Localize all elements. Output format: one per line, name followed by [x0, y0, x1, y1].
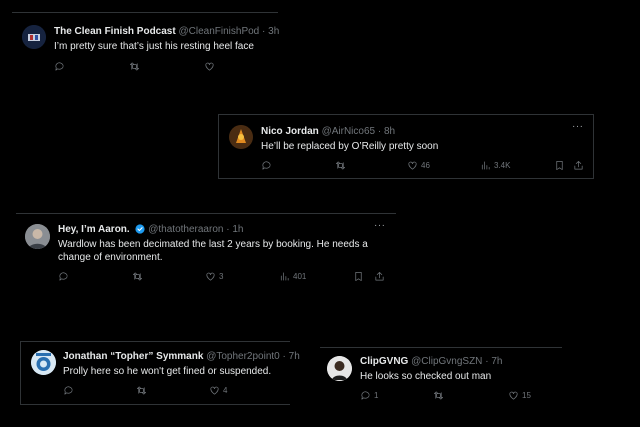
tweet-card-aaron[interactable]: Hey, I’m Aaron. @thatotheraaron · 1h ···…	[16, 213, 396, 291]
reply-icon	[54, 61, 65, 72]
reply-button[interactable]	[58, 271, 69, 282]
handle[interactable]: @ClipGvngSZN	[411, 356, 482, 367]
views-button[interactable]: 401	[279, 271, 306, 282]
avatar-photo-icon	[25, 224, 50, 249]
like-count: 46	[421, 161, 430, 170]
bookmark-button[interactable]	[353, 271, 364, 282]
retweet-button[interactable]	[136, 385, 147, 396]
timestamp[interactable]: 8h	[384, 126, 395, 137]
retweet-button[interactable]	[132, 271, 143, 282]
reply-button[interactable]	[54, 61, 65, 72]
views-icon	[279, 271, 290, 282]
reply-icon	[63, 385, 74, 396]
handle[interactable]: @AirNico65	[322, 126, 376, 137]
display-name[interactable]: The Clean Finish Podcast	[54, 26, 176, 37]
like-button[interactable]	[204, 61, 215, 72]
avatar-clipgvng[interactable]	[327, 356, 352, 381]
handle[interactable]: @CleanFinishPod	[178, 26, 259, 37]
retweet-icon	[335, 160, 346, 171]
share-icon	[374, 271, 385, 282]
tweet-text: Prolly here so he won't get fined or sus…	[63, 366, 272, 377]
reply-count: 1	[374, 391, 379, 400]
display-name[interactable]: ClipGVNG	[360, 356, 408, 367]
retweet-icon	[136, 385, 147, 396]
bookmark-icon	[554, 160, 565, 171]
like-icon	[204, 61, 215, 72]
display-name[interactable]: Jonathan “Topher” Symmank	[63, 351, 203, 362]
timestamp[interactable]: 1h	[232, 224, 243, 235]
like-button[interactable]: 46	[407, 160, 430, 171]
handle[interactable]: @thatotheraaron	[148, 224, 223, 235]
podcast-logo-icon	[22, 25, 46, 49]
views-button[interactable]: 3.4K	[480, 160, 510, 171]
tweet-text: Wardlow has been decimated the last 2 ye…	[58, 238, 368, 264]
verified-badge-icon	[135, 224, 146, 234]
tweet-text: I’m pretty sure that’s just his resting …	[54, 41, 254, 52]
reply-icon	[58, 271, 69, 282]
reply-icon	[261, 160, 272, 171]
more-options-button[interactable]: ···	[572, 121, 584, 132]
like-button[interactable]: 4	[209, 385, 227, 396]
tweet-header: The Clean Finish Podcast @CleanFinishPod…	[54, 26, 280, 37]
timestamp[interactable]: 3h	[268, 26, 279, 37]
share-button[interactable]	[573, 160, 584, 171]
like-icon	[205, 271, 216, 282]
tweet-card-clipgvng[interactable]: ClipGVNG @ClipGvngSZN · 7h He looks so c…	[320, 347, 562, 409]
share-button[interactable]	[374, 271, 385, 282]
like-count: 4	[223, 386, 228, 395]
tweet-header: Nico Jordan @AirNico65 · 8h	[261, 126, 396, 137]
display-name[interactable]: Nico Jordan	[261, 126, 319, 137]
tweet-text-line: Wardlow has been decimated the last 2 ye…	[58, 239, 368, 250]
like-icon	[209, 385, 220, 396]
retweet-button[interactable]	[335, 160, 346, 171]
like-button[interactable]: 3	[205, 271, 223, 282]
reply-button[interactable]: 1	[360, 390, 378, 401]
reply-icon	[360, 390, 371, 401]
avatar-logo-icon	[31, 350, 56, 375]
retweet-icon	[433, 390, 444, 401]
tweet-header: ClipGVNG @ClipGvngSZN · 7h	[360, 356, 503, 367]
more-options-button[interactable]: ···	[374, 220, 386, 231]
display-name[interactable]: Hey, I’m Aaron.	[58, 224, 130, 235]
like-count: 3	[219, 272, 224, 281]
views-icon	[480, 160, 491, 171]
tweet-card-topher[interactable]: Jonathan “Topher” Symmank @Topher2point0…	[20, 341, 300, 405]
avatar-aaron[interactable]	[25, 224, 50, 249]
retweet-icon	[129, 61, 140, 72]
tweet-header: Jonathan “Topher” Symmank @Topher2point0…	[63, 351, 300, 362]
avatar-nico-jordan[interactable]	[229, 125, 253, 149]
timestamp[interactable]: 7h	[289, 351, 300, 362]
tweet-text-line: change of environment.	[58, 252, 163, 263]
like-count: 15	[522, 391, 531, 400]
timestamp[interactable]: 7h	[491, 356, 502, 367]
reply-button[interactable]	[63, 385, 74, 396]
tweet-text: He looks so checked out man	[360, 371, 492, 382]
tweet-header: Hey, I’m Aaron. @thatotheraaron · 1h	[58, 224, 244, 235]
like-button[interactable]: 15	[508, 390, 531, 401]
tweet-text: He’ll be replaced by O’Reilly pretty soo…	[261, 141, 439, 152]
avatar-photo-icon	[327, 356, 352, 381]
retweet-icon	[132, 271, 143, 282]
retweet-button[interactable]	[433, 390, 444, 401]
like-icon	[407, 160, 418, 171]
avatar-clean-finish[interactable]	[22, 25, 46, 49]
bookmark-icon	[353, 271, 364, 282]
avatar-image-icon	[229, 125, 253, 149]
views-count: 3.4K	[494, 161, 511, 170]
avatar-topher[interactable]	[31, 350, 56, 375]
views-count: 401	[293, 272, 307, 281]
handle[interactable]: @Topher2point0	[206, 351, 280, 362]
bookmark-button[interactable]	[554, 160, 565, 171]
reply-button[interactable]	[261, 160, 272, 171]
retweet-button[interactable]	[129, 61, 140, 72]
like-icon	[508, 390, 519, 401]
share-icon	[573, 160, 584, 171]
tweet-card-nico-jordan[interactable]: Nico Jordan @AirNico65 · 8h ··· He’ll be…	[218, 114, 594, 179]
tweet-card-clean-finish[interactable]: The Clean Finish Podcast @CleanFinishPod…	[12, 12, 280, 78]
